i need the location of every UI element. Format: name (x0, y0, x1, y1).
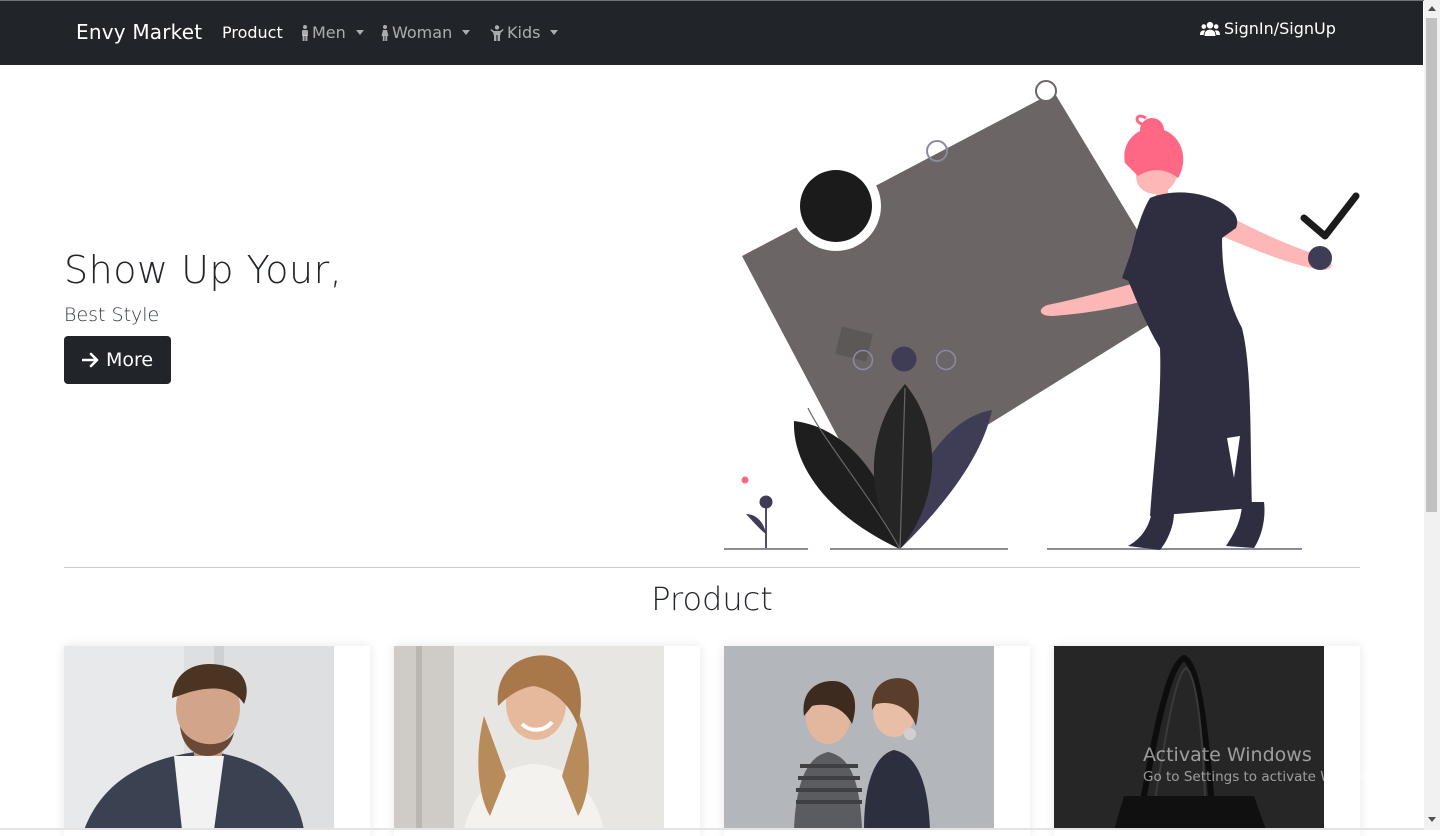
arrow-right-icon (81, 351, 100, 369)
nav-kids-label: Kids (507, 23, 541, 42)
female-icon (381, 24, 389, 41)
nav-product[interactable]: Product (222, 23, 283, 42)
black-circle (800, 170, 872, 242)
vertical-scrollbar[interactable] (1424, 0, 1440, 830)
nav-kids-dropdown[interactable]: Kids (490, 23, 559, 42)
product-card-men[interactable] (64, 646, 370, 836)
nav-woman-label: Woman (392, 23, 453, 42)
product-image-woman[interactable] (394, 646, 664, 830)
section-title: Product (651, 580, 773, 618)
activate-windows-watermark: Activate Windows Go to Settings to activ… (1143, 744, 1385, 785)
nav-men-dropdown[interactable]: Men (301, 23, 364, 42)
product-card-kids[interactable] (724, 646, 1030, 836)
circle-outline (1035, 80, 1057, 102)
product-image-men[interactable] (64, 646, 334, 830)
child-icon (490, 24, 504, 41)
users-icon (1200, 21, 1220, 37)
hero-illustration (722, 78, 1372, 558)
chevron-down-icon (550, 30, 559, 35)
product-image-bag[interactable] (1054, 646, 1324, 830)
watermark-subtitle: Go to Settings to activate Windows. (1143, 769, 1385, 785)
top-navbar: Envy Market Product Men Woman Kids SignI… (0, 1, 1423, 65)
chevron-down-icon (462, 30, 471, 35)
scrollbar-thumb[interactable] (1426, 18, 1437, 512)
hero-title: Show Up Your, (64, 248, 343, 292)
scroll-down-arrow-icon[interactable] (1428, 817, 1436, 822)
brand-logo[interactable]: Envy Market (76, 20, 202, 44)
watermark-title: Activate Windows (1143, 744, 1312, 766)
more-button-label: More (105, 349, 154, 371)
nav-men-label: Men (312, 23, 346, 42)
signin-label: SignIn/SignUp (1224, 19, 1336, 38)
chevron-down-icon (355, 30, 364, 35)
product-card-accessories[interactable] (1054, 646, 1360, 836)
hero-subtitle: Best Style (64, 304, 160, 326)
more-button[interactable]: More (64, 336, 171, 384)
male-icon (301, 24, 309, 41)
nav-woman-dropdown[interactable]: Woman (381, 23, 471, 42)
nav-product-label: Product (222, 23, 283, 42)
product-image-kids[interactable] (724, 646, 994, 830)
section-divider (64, 567, 1360, 568)
product-card-woman[interactable] (394, 646, 700, 836)
signin-signup-link[interactable]: SignIn/SignUp (1200, 19, 1336, 38)
scroll-up-arrow-icon[interactable] (1428, 6, 1436, 11)
